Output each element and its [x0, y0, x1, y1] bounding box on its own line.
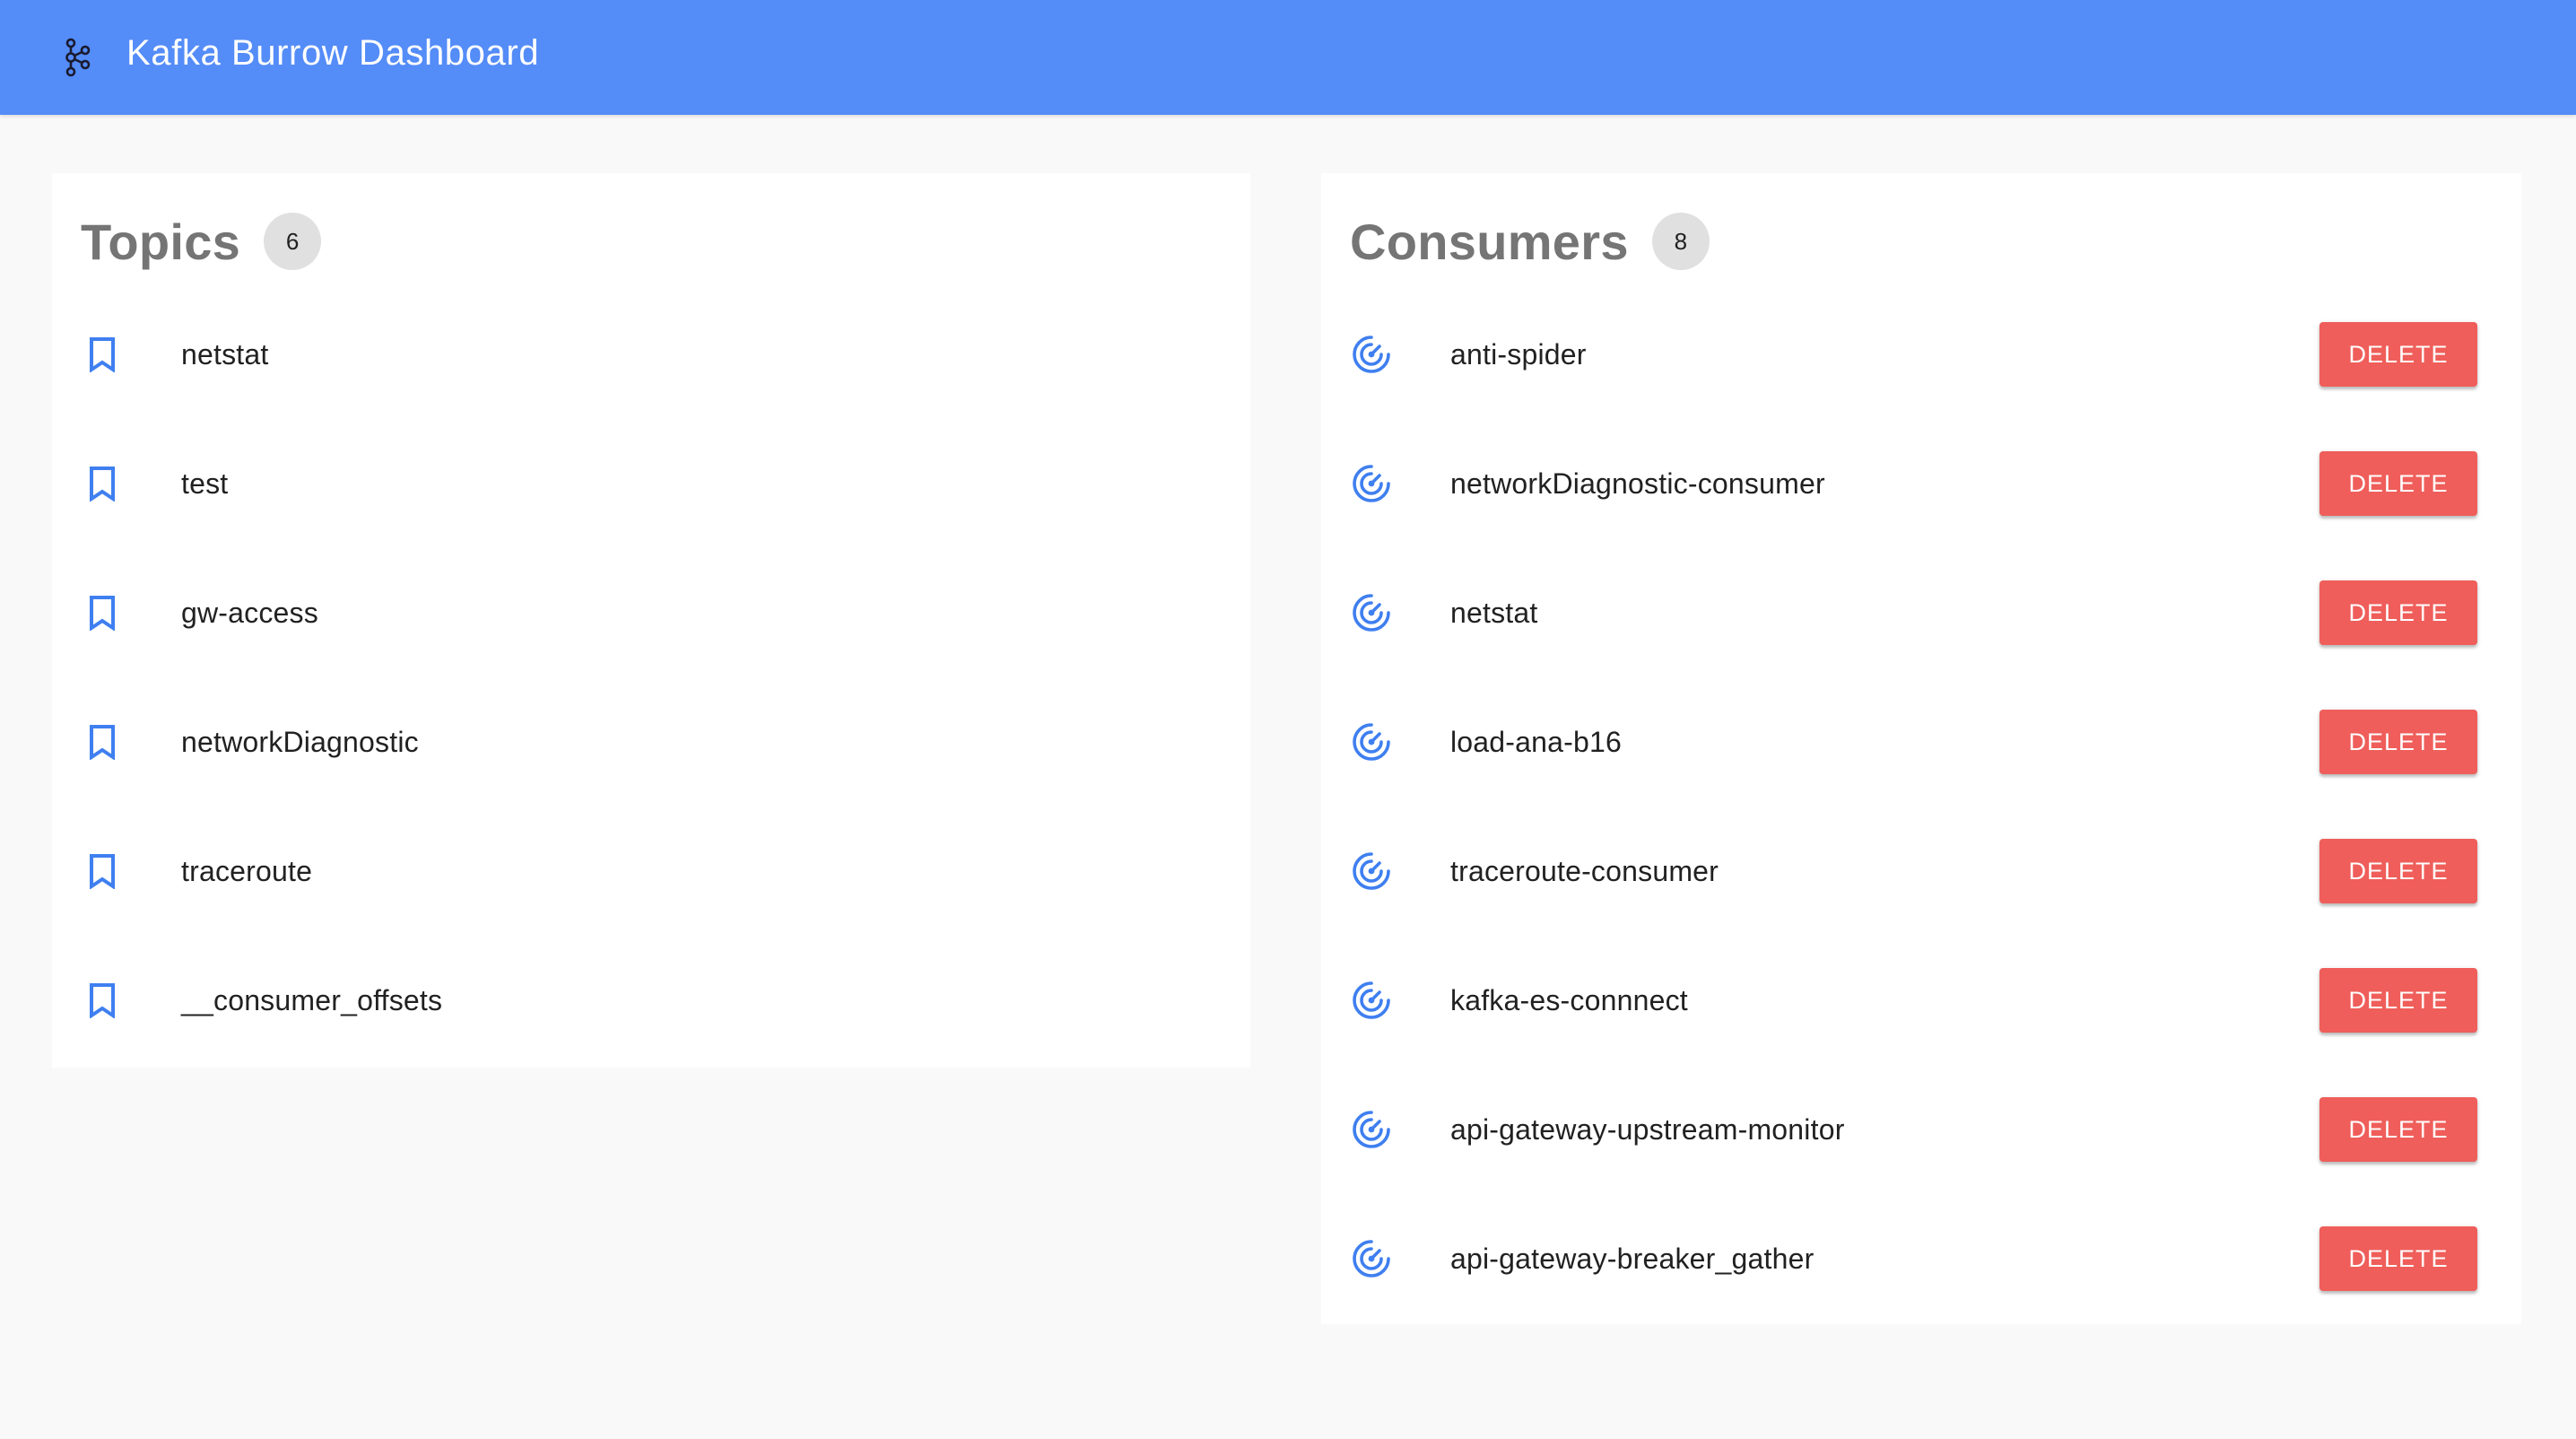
consumer-item[interactable]: networkDiagnostic-consumer DELETE: [1321, 419, 2521, 548]
topics-count-badge: 6: [264, 213, 322, 270]
consumer-item[interactable]: load-ana-b16 DELETE: [1321, 677, 2521, 807]
consumer-label: api-gateway-upstream-monitor: [1450, 1112, 1845, 1146]
delete-button[interactable]: DELETE: [2319, 710, 2477, 774]
consumer-item[interactable]: api-gateway-upstream-monitor DELETE: [1321, 1065, 2521, 1194]
topic-item[interactable]: test: [52, 419, 1250, 548]
topics-panel: Topics 6 netstat test gw-access networkD…: [52, 173, 1250, 1068]
delete-button[interactable]: DELETE: [2319, 451, 2477, 516]
radar-icon: [1350, 462, 1393, 505]
topic-label: netstat: [181, 337, 269, 371]
delete-button[interactable]: DELETE: [2319, 580, 2477, 645]
radar-icon: [1350, 850, 1393, 893]
bookmark-icon: [81, 462, 124, 505]
consumer-item[interactable]: anti-spider DELETE: [1321, 290, 2521, 419]
radar-icon: [1350, 720, 1393, 763]
radar-icon: [1350, 1237, 1393, 1280]
radar-icon: [1350, 979, 1393, 1022]
topic-label: test: [181, 467, 229, 500]
consumers-list: anti-spider DELETE networkDiagnostic-con…: [1321, 290, 2521, 1323]
consumer-label: kafka-es-connnect: [1450, 983, 1688, 1016]
bookmark-icon: [81, 979, 124, 1022]
consumer-label: load-ana-b16: [1450, 725, 1622, 758]
topic-label: __consumer_offsets: [181, 983, 443, 1016]
topics-list: netstat test gw-access networkDiagnostic…: [52, 290, 1250, 1065]
delete-button[interactable]: DELETE: [2319, 322, 2477, 387]
radar-icon: [1350, 333, 1393, 376]
topic-item[interactable]: __consumer_offsets: [52, 936, 1250, 1065]
app-bar: Kafka Burrow Dashboard: [0, 0, 2576, 115]
topic-item[interactable]: traceroute: [52, 807, 1250, 936]
consumer-label: traceroute-consumer: [1450, 854, 1719, 887]
consumer-item[interactable]: traceroute-consumer DELETE: [1321, 807, 2521, 936]
delete-button[interactable]: DELETE: [2319, 1226, 2477, 1291]
delete-button[interactable]: DELETE: [2319, 1097, 2477, 1162]
topic-item[interactable]: netstat: [52, 290, 1250, 419]
consumers-count-badge: 8: [1651, 213, 1710, 270]
topic-label: traceroute: [181, 854, 313, 887]
topic-item[interactable]: networkDiagnostic: [52, 677, 1250, 807]
topics-header: Topics 6: [81, 195, 322, 288]
consumer-label: networkDiagnostic-consumer: [1450, 467, 1825, 500]
consumer-label: anti-spider: [1450, 337, 1587, 371]
consumer-label: netstat: [1450, 596, 1538, 629]
radar-icon: [1350, 591, 1393, 634]
delete-button[interactable]: DELETE: [2319, 839, 2477, 903]
consumers-panel: Consumers 8 anti-spider DELETE networkDi…: [1321, 173, 2521, 1324]
bookmark-icon: [81, 591, 124, 634]
bookmark-icon: [81, 850, 124, 893]
consumer-item[interactable]: netstat DELETE: [1321, 548, 2521, 677]
bookmark-icon: [81, 720, 124, 763]
topics-title: Topics: [81, 213, 241, 270]
delete-button[interactable]: DELETE: [2319, 968, 2477, 1033]
consumers-title: Consumers: [1350, 213, 1629, 270]
topic-item[interactable]: gw-access: [52, 548, 1250, 677]
bookmark-icon: [81, 333, 124, 376]
app-title: Kafka Burrow Dashboard: [126, 33, 540, 73]
consumers-header: Consumers 8: [1350, 195, 1710, 288]
kafka-logo-icon[interactable]: [61, 38, 93, 77]
radar-icon: [1350, 1108, 1393, 1151]
consumer-item[interactable]: kafka-es-connnect DELETE: [1321, 936, 2521, 1065]
topic-label: gw-access: [181, 596, 318, 629]
consumer-label: api-gateway-breaker_gather: [1450, 1242, 1815, 1275]
consumer-item[interactable]: api-gateway-breaker_gather DELETE: [1321, 1194, 2521, 1323]
topic-label: networkDiagnostic: [181, 725, 419, 758]
